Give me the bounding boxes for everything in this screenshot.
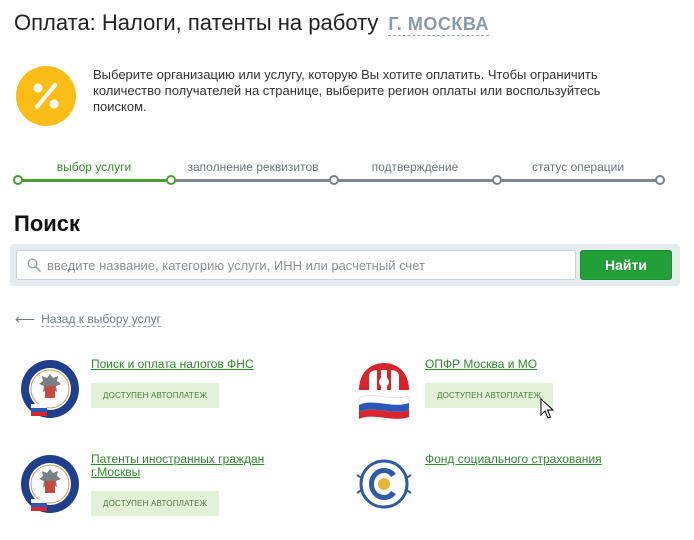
service-link[interactable]: Фонд социального страхования	[425, 453, 602, 466]
step-dot-5	[655, 175, 665, 185]
autopay-badge: ДОСТУПЕН АВТОПЛАТЕЖ	[91, 383, 220, 408]
search-heading: Поиск	[14, 211, 81, 236]
back-link-label: Назад к выбору услуг	[41, 311, 162, 327]
search-input[interactable]	[47, 251, 567, 279]
autopay-badge: ДОСТУПЕН АВТОПЛАТЕЖ	[91, 491, 220, 516]
mouse-cursor-icon	[540, 397, 555, 425]
service-link[interactable]: Поиск и оплата налогов ФНС	[91, 358, 254, 371]
step-label-fill-details: заполнение реквизитов	[187, 160, 319, 174]
search-bar: Найти	[10, 244, 680, 286]
fns-emblem-icon[interactable]	[19, 453, 81, 515]
fns-emblem-icon[interactable]	[19, 358, 81, 420]
step-line-pending	[171, 179, 660, 182]
page-header: Оплата: Налоги, патенты на работу Г. МОС…	[14, 10, 489, 36]
step-dot-1	[13, 175, 23, 185]
back-link[interactable]: ⟵ Назад к выбору услуг	[15, 311, 162, 328]
service-link[interactable]: ОПФР Москва и МО	[425, 358, 553, 371]
region-selector[interactable]: Г. МОСКВА	[388, 14, 489, 36]
search-icon	[27, 258, 41, 277]
step-dot-3	[329, 175, 339, 185]
step-line-done	[18, 179, 171, 182]
fss-emblem-icon[interactable]	[353, 453, 415, 515]
autopay-badge: ДОСТУПЕН АВТОПЛАТЕЖ	[425, 383, 554, 408]
search-field	[16, 250, 576, 280]
info-block: Выберите организацию или услугу, которую…	[16, 66, 676, 126]
service-item: Патенты иностранных граждан г.Москвы ДОС…	[19, 453, 281, 516]
step-dot-2	[166, 175, 176, 185]
step-label-select-service: выбор услуги	[56, 160, 132, 174]
step-label-confirm: подтверждение	[371, 160, 459, 174]
page-title: Оплата: Налоги, патенты на работу	[14, 10, 379, 35]
search-button[interactable]: Найти	[580, 250, 672, 280]
service-item: Фонд социального страхования	[353, 453, 602, 515]
arrow-left-icon: ⟵	[15, 311, 36, 327]
service-item: Поиск и оплата налогов ФНС ДОСТУПЕН АВТО…	[19, 358, 254, 420]
step-label-status: статус операции	[531, 160, 625, 174]
info-text: Выберите организацию или услугу, которую…	[93, 67, 601, 114]
service-item: ОПФР Москва и МО ДОСТУПЕН АВТОПЛАТЕЖ	[353, 358, 554, 420]
pfr-emblem-icon[interactable]	[353, 358, 415, 420]
service-link[interactable]: Патенты иностранных граждан г.Москвы	[91, 453, 281, 479]
step-dot-4	[492, 175, 502, 185]
percent-icon	[16, 66, 76, 126]
progress-steps: выбор услуги заполнение реквизитов подтв…	[0, 155, 694, 195]
